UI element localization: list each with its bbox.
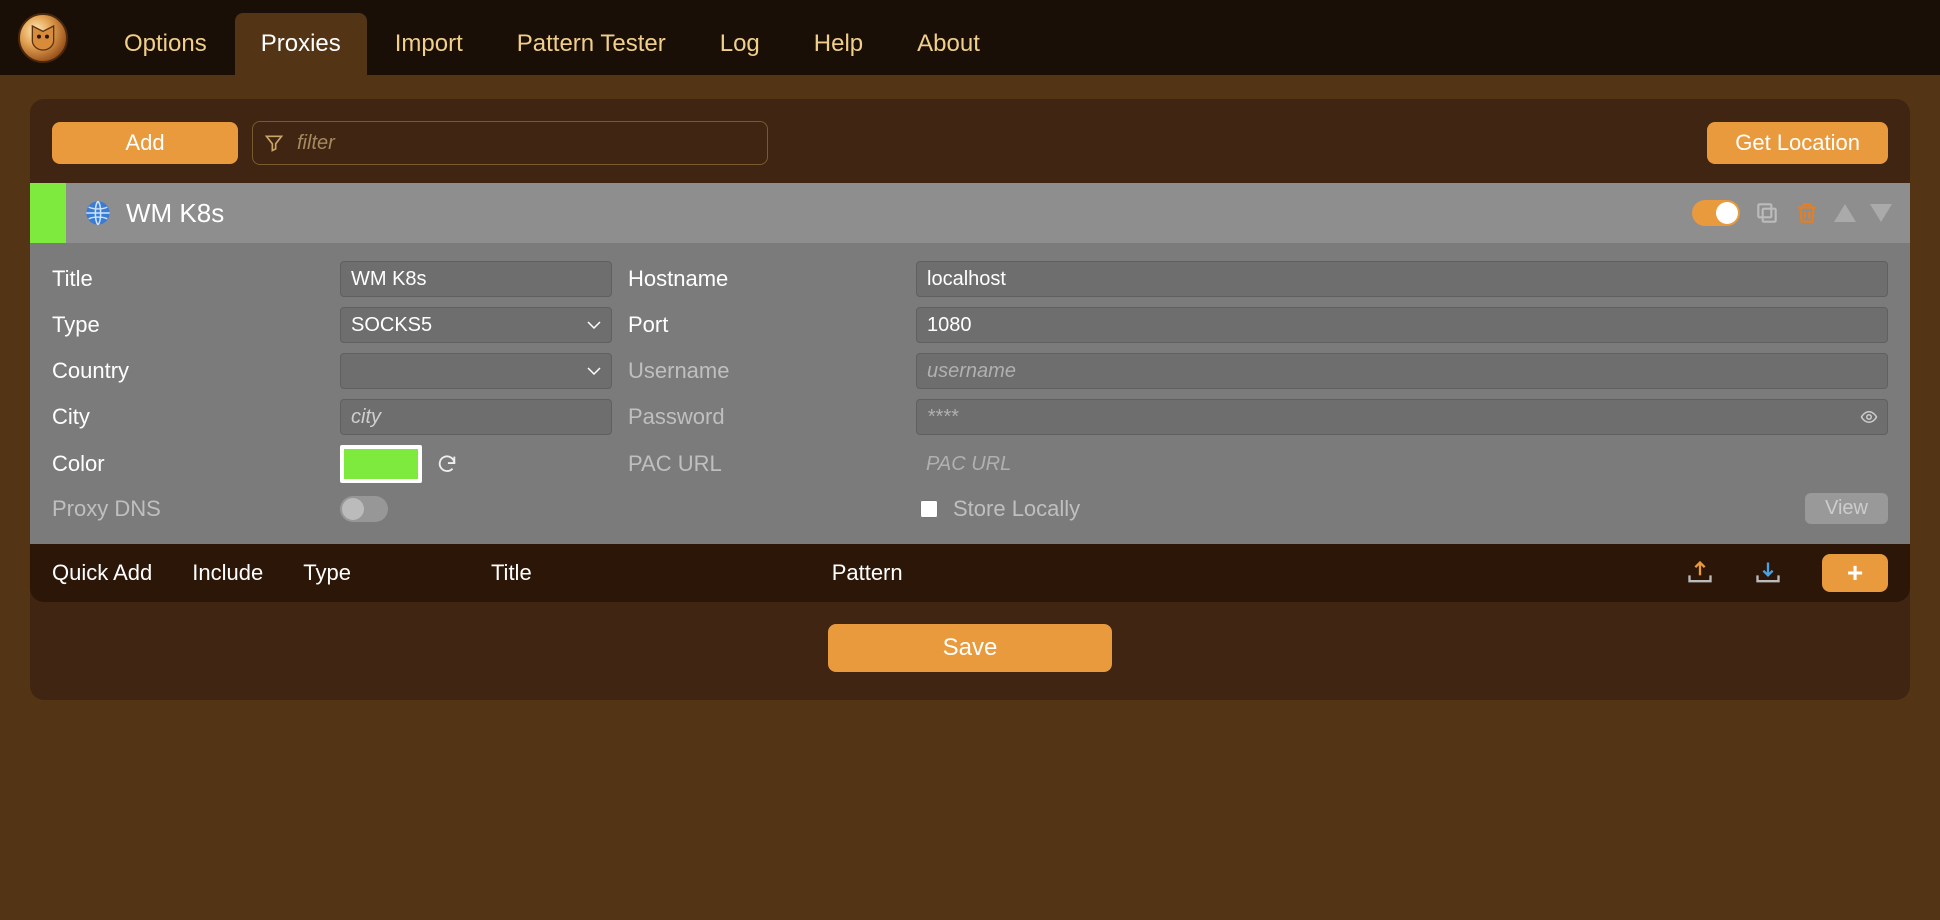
qb-type: Type <box>303 560 351 586</box>
label-port: Port <box>628 312 916 338</box>
nav-tabs: Options Proxies Import Pattern Tester Lo… <box>98 0 1006 75</box>
tab-options[interactable]: Options <box>98 13 233 75</box>
label-hostname: Hostname <box>628 266 916 292</box>
globe-icon <box>84 199 112 227</box>
app-logo-icon <box>18 13 68 63</box>
get-location-button[interactable]: Get Location <box>1707 122 1888 164</box>
funnel-icon <box>264 133 284 153</box>
proxy-item-body: Title Hostname Type SOCKS5 Port Country <box>30 243 1910 544</box>
proxy-item-header[interactable]: WM K8s <box>30 183 1910 243</box>
tab-import[interactable]: Import <box>369 13 489 75</box>
port-field[interactable] <box>916 307 1888 343</box>
label-color: Color <box>52 451 340 477</box>
qb-pattern: Pattern <box>832 560 903 586</box>
country-select[interactable] <box>340 353 612 389</box>
proxies-card: Add Get Location WM K8s <box>30 99 1910 700</box>
filter-input[interactable] <box>252 121 768 165</box>
hostname-field[interactable] <box>916 261 1888 297</box>
filter-wrap <box>252 121 768 165</box>
tab-about[interactable]: About <box>891 13 1006 75</box>
label-pacurl: PAC URL <box>628 451 916 477</box>
refresh-color-icon[interactable] <box>436 453 458 475</box>
tab-log[interactable]: Log <box>694 13 786 75</box>
trash-icon[interactable] <box>1794 200 1820 226</box>
label-password: Password <box>628 404 916 430</box>
move-down-icon[interactable] <box>1870 204 1892 222</box>
type-select[interactable]: SOCKS5 <box>340 307 612 343</box>
label-title: Title <box>52 266 340 292</box>
export-patterns-icon[interactable] <box>1686 559 1714 587</box>
add-pattern-button[interactable]: + <box>1822 554 1888 592</box>
tab-help[interactable]: Help <box>788 13 889 75</box>
quick-add-bar: Quick Add Include Type Title Pattern + <box>30 544 1910 602</box>
qb-quick-add: Quick Add <box>52 560 152 586</box>
label-type: Type <box>52 312 340 338</box>
password-field[interactable] <box>916 399 1888 435</box>
title-field[interactable] <box>340 261 612 297</box>
proxy-enable-toggle[interactable] <box>1692 200 1740 226</box>
pacurl-field <box>916 446 1888 482</box>
save-button[interactable]: Save <box>828 624 1112 672</box>
add-button[interactable]: Add <box>52 122 238 164</box>
tab-pattern-tester[interactable]: Pattern Tester <box>491 13 692 75</box>
label-store-locally: Store Locally <box>953 496 1080 522</box>
store-locally-checkbox[interactable] <box>920 500 938 518</box>
city-field[interactable] <box>340 399 612 435</box>
move-up-icon[interactable] <box>1834 204 1856 222</box>
tab-proxies[interactable]: Proxies <box>235 13 367 75</box>
proxy-item: WM K8s Title <box>30 183 1910 602</box>
label-country: Country <box>52 358 340 384</box>
proxy-dns-toggle[interactable] <box>340 496 388 522</box>
import-patterns-icon[interactable] <box>1754 559 1782 587</box>
label-proxydns: Proxy DNS <box>52 496 340 522</box>
label-username: Username <box>628 358 916 384</box>
username-field[interactable] <box>916 353 1888 389</box>
page-body: Add Get Location WM K8s <box>0 75 1940 920</box>
qb-title: Title <box>491 560 532 586</box>
proxy-item-actions <box>1692 200 1910 226</box>
qb-include: Include <box>192 560 263 586</box>
label-city: City <box>52 404 340 430</box>
title-bar: Options Proxies Import Pattern Tester Lo… <box>0 0 1940 75</box>
proxy-color-strip <box>30 183 66 243</box>
view-button: View <box>1805 493 1888 524</box>
toolbar: Add Get Location <box>30 121 1910 183</box>
duplicate-icon[interactable] <box>1754 200 1780 226</box>
proxy-item-title: WM K8s <box>126 198 224 229</box>
eye-icon[interactable] <box>1860 408 1878 426</box>
save-row: Save <box>30 602 1910 700</box>
color-swatch[interactable] <box>340 445 422 483</box>
